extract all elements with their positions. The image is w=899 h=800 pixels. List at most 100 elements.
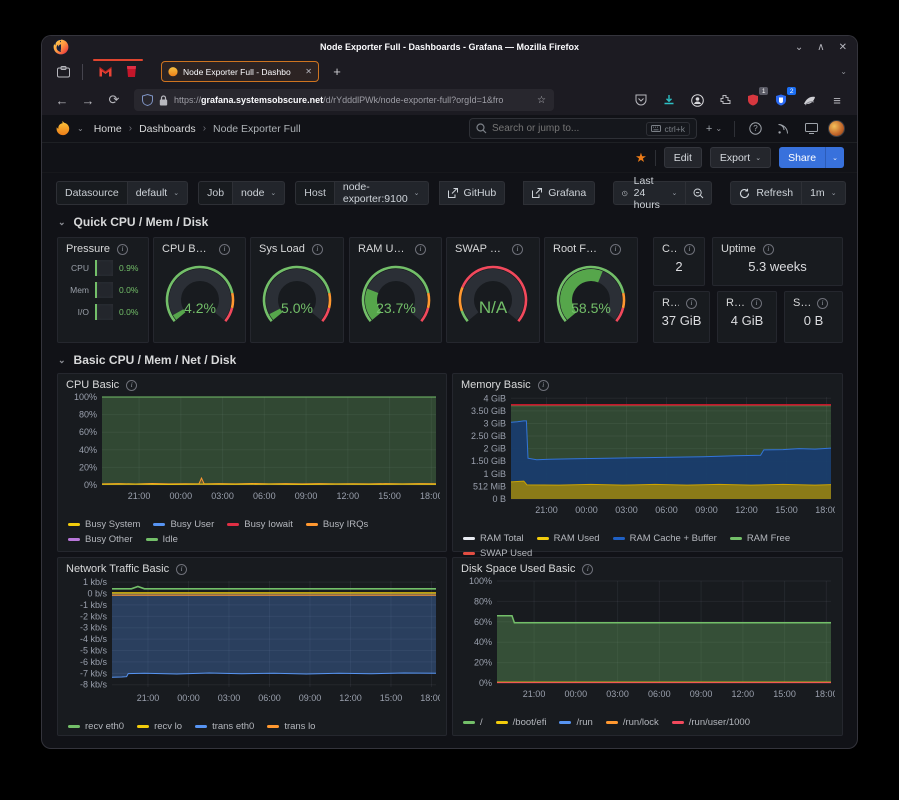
legend-label[interactable]: recv eth0 bbox=[85, 721, 124, 732]
adblock-extension-icon[interactable]: 1 bbox=[741, 89, 765, 111]
network-traffic-chart[interactable]: 1 kb/s0 b/s-1 kb/s-2 kb/s-3 kb/s-4 kb/s-… bbox=[66, 577, 440, 713]
info-icon[interactable]: i bbox=[610, 244, 621, 255]
panel-disk-space-basic[interactable]: Disk Space Used Basic i 0%20%40%60%80%100… bbox=[452, 557, 843, 736]
info-icon[interactable]: i bbox=[582, 564, 593, 575]
legend-label[interactable]: Busy User bbox=[170, 519, 214, 530]
reload-button[interactable]: ⟳ bbox=[102, 89, 126, 111]
legend-label[interactable]: /boot/efi bbox=[513, 717, 547, 728]
legend-label[interactable]: recv lo bbox=[154, 721, 182, 732]
window-minimize-button[interactable]: ⌄ bbox=[795, 42, 803, 53]
legend-item[interactable]: Busy System bbox=[68, 519, 140, 530]
legend-item[interactable]: Idle bbox=[146, 534, 178, 545]
extension-misc-icon[interactable] bbox=[797, 89, 821, 111]
menu-icon[interactable]: ≡ bbox=[825, 89, 849, 111]
refresh-button[interactable]: Refresh bbox=[730, 181, 802, 205]
tab-close-icon[interactable]: ✕ bbox=[305, 67, 312, 76]
help-icon[interactable]: ? bbox=[744, 118, 766, 140]
tracking-shield-icon[interactable] bbox=[142, 94, 153, 106]
legend-label[interactable]: Busy Iowait bbox=[244, 519, 293, 530]
refresh-interval-select[interactable]: 1m⌄ bbox=[802, 181, 845, 205]
legend-label[interactable]: RAM Free bbox=[747, 533, 790, 544]
legend-item[interactable]: trans lo bbox=[267, 721, 315, 732]
panel-sys-load[interactable]: Sys Loadi 5.0% bbox=[250, 237, 344, 343]
panel-cpu-busy[interactable]: CPU Busyi 4.2% bbox=[153, 237, 246, 343]
info-icon[interactable]: i bbox=[219, 244, 230, 255]
edit-button[interactable]: Edit bbox=[664, 147, 702, 168]
pocket-icon[interactable] bbox=[629, 89, 653, 111]
info-icon[interactable]: i bbox=[117, 244, 128, 255]
panel-title[interactable]: CPU Busy bbox=[162, 243, 212, 255]
window-close-button[interactable]: ✕ bbox=[839, 42, 847, 53]
legend-label[interactable]: /run/lock bbox=[623, 717, 659, 728]
tab-node-exporter[interactable]: Node Exporter Full - Dashbo ✕ bbox=[161, 61, 319, 82]
panel-title[interactable]: Pressure bbox=[66, 243, 110, 255]
memory-basic-chart[interactable]: 0 B512 MiB1 GiB1.50 GiB2 GiB2.50 GiB3 Gi… bbox=[461, 393, 835, 525]
legend-item[interactable]: RAM Cache + Buffer bbox=[613, 533, 717, 544]
panel-title[interactable]: SWAP Used bbox=[455, 243, 505, 255]
extensions-icon[interactable] bbox=[713, 89, 737, 111]
bookmark-star-icon[interactable]: ☆ bbox=[537, 95, 546, 106]
panel-title[interactable]: Uptime bbox=[721, 243, 756, 255]
info-icon[interactable]: i bbox=[817, 298, 828, 309]
legend-item[interactable]: Busy Iowait bbox=[227, 519, 293, 530]
job-select[interactable]: node⌄ bbox=[233, 181, 285, 205]
downloads-icon[interactable] bbox=[657, 89, 681, 111]
github-link[interactable]: GitHub bbox=[439, 181, 506, 205]
search-input[interactable] bbox=[492, 123, 641, 134]
legend-label[interactable]: RAM Total bbox=[480, 533, 524, 544]
legend-label[interactable]: Busy Other bbox=[85, 534, 133, 545]
info-icon[interactable]: i bbox=[751, 298, 762, 309]
back-button[interactable]: ← bbox=[50, 89, 74, 111]
panel-swap-used[interactable]: SWAP Usedi N/A bbox=[446, 237, 540, 343]
pinned-tab-gmail[interactable] bbox=[97, 64, 113, 80]
legend-item[interactable]: RAM Used bbox=[537, 533, 600, 544]
panel-pressure[interactable]: Pressurei CPU 0.9% Mem 0.0% I/O 0.0% bbox=[57, 237, 149, 343]
legend-item[interactable]: trans eth0 bbox=[195, 721, 254, 732]
legend-item[interactable]: /run bbox=[559, 717, 592, 728]
info-icon[interactable]: i bbox=[763, 244, 774, 255]
panel-cpu-cores[interactable]: CPU Coresi 2 bbox=[653, 237, 705, 286]
section-quick-cpu-mem-disk[interactable]: ⌄ Quick CPU / Mem / Disk bbox=[42, 205, 857, 235]
disk-space-chart[interactable]: 0%20%40%60%80%100%21:0000:0003:0006:0009… bbox=[461, 577, 835, 709]
legend-item[interactable]: /run/lock bbox=[606, 717, 659, 728]
panel-title[interactable]: Disk Space Used Basic bbox=[461, 563, 575, 575]
panel-title[interactable]: SWAP Total bbox=[793, 297, 810, 309]
legend-item[interactable]: RAM Free bbox=[730, 533, 790, 544]
panel-title[interactable]: RAM Total bbox=[726, 297, 744, 309]
panel-uptime[interactable]: Uptimei 5.3 weeks bbox=[712, 237, 843, 286]
breadcrumb-dashboards[interactable]: Dashboards bbox=[139, 123, 196, 135]
export-button[interactable]: Export⌄ bbox=[710, 147, 771, 168]
window-maximize-button[interactable]: ∧ bbox=[817, 42, 824, 53]
legend-label[interactable]: /run/user/1000 bbox=[689, 717, 750, 728]
panel-memory-basic[interactable]: Memory Basici 0 B512 MiB1 GiB1.50 GiB2 G… bbox=[452, 373, 843, 552]
info-icon[interactable]: i bbox=[126, 380, 137, 391]
panel-ram-total[interactable]: RAM Totali 4 GiB bbox=[717, 291, 777, 343]
panel-title[interactable]: CPU Basic bbox=[66, 379, 119, 391]
legend-label[interactable]: RAM Cache + Buffer bbox=[630, 533, 717, 544]
panel-rootfs-used[interactable]: Root FS Usedi 58.5% bbox=[544, 237, 638, 343]
favorite-star-icon[interactable]: ★ bbox=[635, 150, 647, 166]
legend-label[interactable]: /run bbox=[576, 717, 592, 728]
legend-item[interactable]: /boot/efi bbox=[496, 717, 547, 728]
account-icon[interactable] bbox=[685, 89, 709, 111]
panel-title[interactable]: RAM Used bbox=[358, 243, 408, 255]
share-button[interactable]: Share ⌄ bbox=[779, 147, 844, 168]
panel-swap-total[interactable]: SWAP Totali 0 B bbox=[784, 291, 843, 343]
news-icon[interactable] bbox=[772, 118, 794, 140]
info-icon[interactable]: i bbox=[538, 380, 549, 391]
legend-item[interactable]: recv lo bbox=[137, 721, 182, 732]
grafana-link[interactable]: Grafana bbox=[523, 181, 595, 205]
legend-label[interactable]: / bbox=[480, 717, 483, 728]
info-icon[interactable]: i bbox=[312, 244, 323, 255]
grafana-logo[interactable] bbox=[54, 120, 71, 137]
legend-label[interactable]: Busy System bbox=[85, 519, 140, 530]
panel-cpu-basic[interactable]: CPU Basic i 0%20%40%60%80%100%21:0000:000… bbox=[57, 373, 447, 552]
section-collapse-icon[interactable]: ⌄ bbox=[58, 355, 66, 366]
legend-label[interactable]: Idle bbox=[163, 534, 178, 545]
section-basic-cpu-mem-net-disk[interactable]: ⌄ Basic CPU / Mem / Net / Disk bbox=[42, 345, 857, 373]
panel-title[interactable]: Root FS Used bbox=[553, 243, 603, 255]
panel-network-traffic-basic[interactable]: Network Traffic Basici 1 kb/s0 b/s-1 kb/… bbox=[57, 557, 447, 736]
cpu-basic-chart[interactable]: 0%20%40%60%80%100%21:0000:0003:0006:0009… bbox=[66, 393, 440, 511]
share-button-label[interactable]: Share bbox=[779, 147, 825, 168]
host-select[interactable]: node-exporter:9100⌄ bbox=[335, 181, 429, 205]
